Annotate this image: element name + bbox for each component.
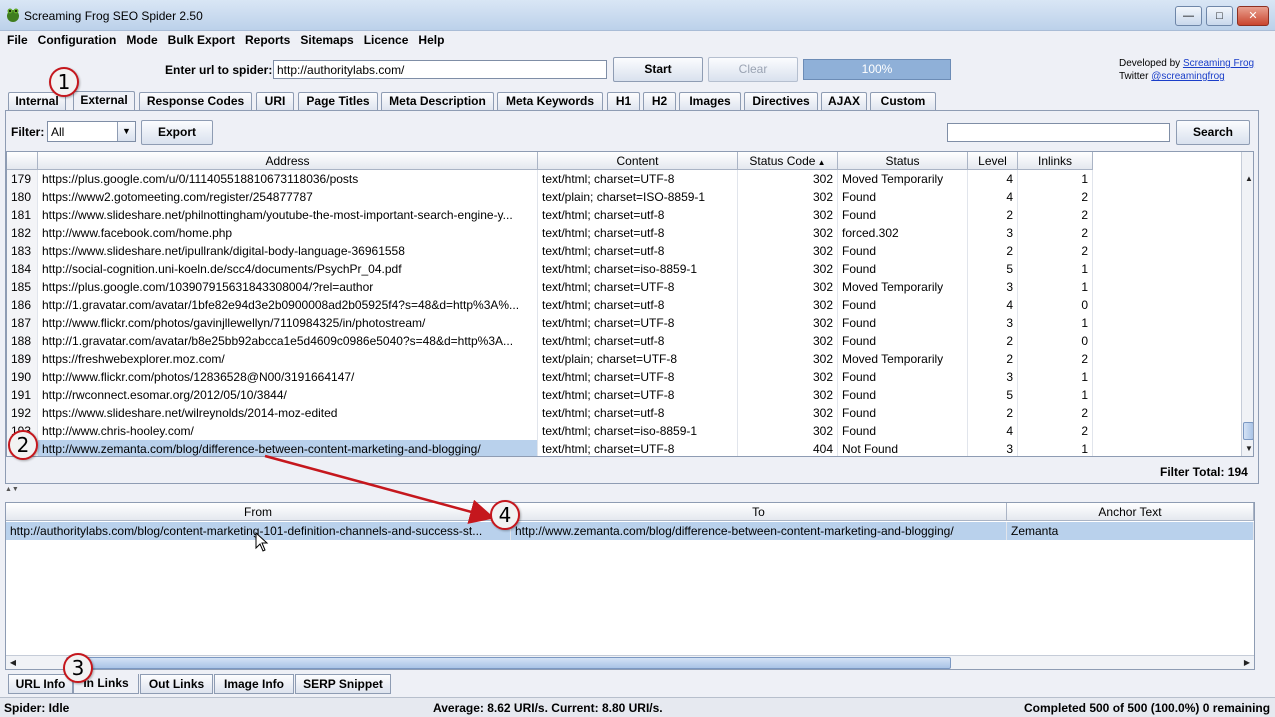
marker-3: 3 xyxy=(63,653,93,683)
arrow-line xyxy=(264,454,495,524)
annotation-arrow xyxy=(264,454,495,524)
marker-1: 1 xyxy=(49,67,79,97)
mouse-cursor-icon xyxy=(255,532,269,552)
marker-2: 2 xyxy=(8,430,38,460)
marker-4: 4 xyxy=(490,500,520,530)
